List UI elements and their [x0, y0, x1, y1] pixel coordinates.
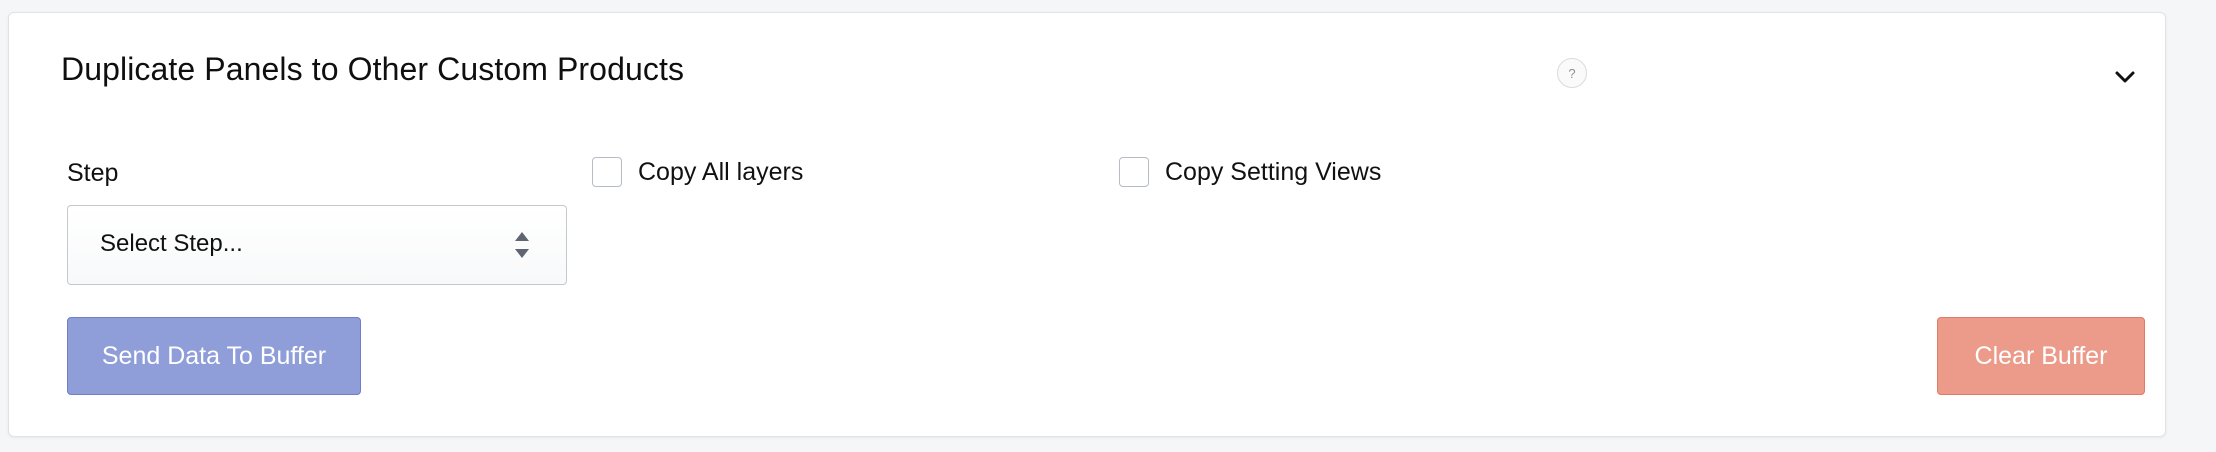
clear-buffer-button[interactable]: Clear Buffer: [1937, 317, 2145, 395]
copy-setting-views-checkbox[interactable]: [1119, 157, 1149, 187]
copy-setting-views-label: Copy Setting Views: [1165, 157, 1382, 186]
panel-title: Duplicate Panels to Other Custom Product…: [61, 51, 685, 87]
question-icon[interactable]: ?: [1557, 58, 1587, 88]
step-select-value: Select Step...: [100, 230, 243, 257]
copy-all-layers-option[interactable]: Copy All layers: [592, 157, 803, 187]
sort-updown-icon: [515, 232, 529, 258]
step-select[interactable]: Select Step...: [67, 205, 567, 285]
step-label: Step: [67, 159, 119, 187]
chevron-down-icon[interactable]: [2111, 67, 2139, 87]
copy-all-layers-checkbox[interactable]: [592, 157, 622, 187]
duplicate-panels-card: Duplicate Panels to Other Custom Product…: [8, 12, 2166, 437]
copy-setting-views-option[interactable]: Copy Setting Views: [1119, 157, 1381, 187]
send-data-to-buffer-button[interactable]: Send Data To Buffer: [67, 317, 361, 395]
copy-all-layers-label: Copy All layers: [638, 157, 804, 186]
